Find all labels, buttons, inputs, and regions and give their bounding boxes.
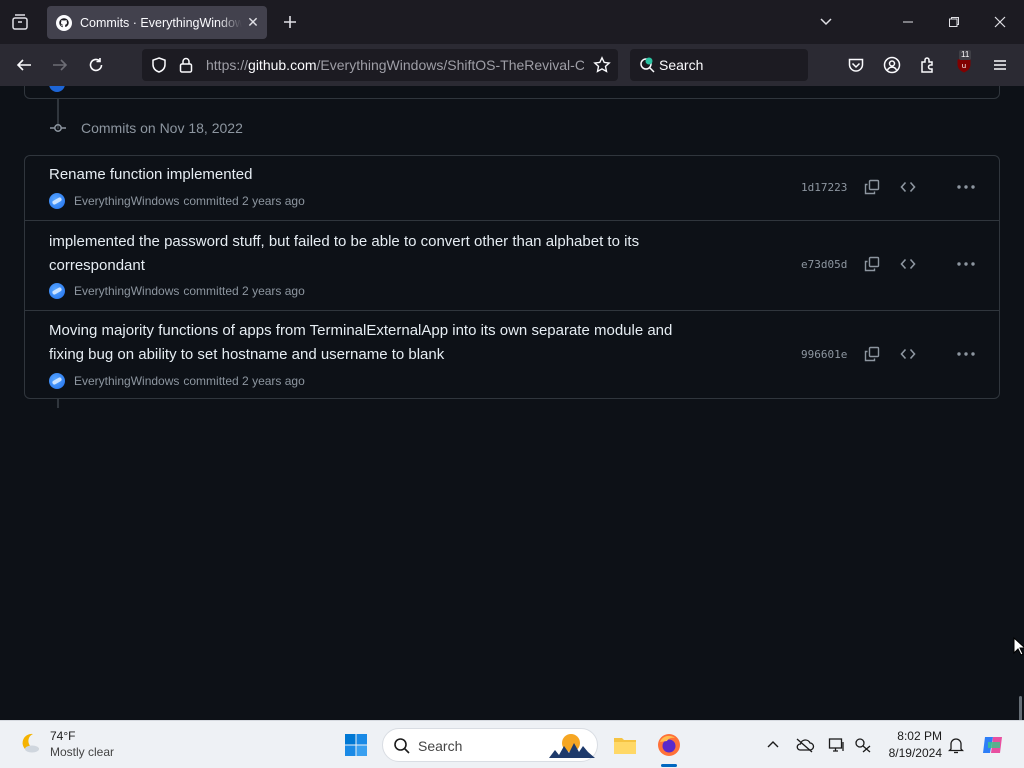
clock-time[interactable]: 8:02 PM — [880, 729, 942, 743]
taskbar-search-label: Search — [418, 738, 463, 754]
more-options-icon[interactable] — [956, 177, 976, 197]
more-options-icon[interactable] — [956, 344, 976, 364]
active-app-indicator — [661, 764, 677, 767]
more-options-icon[interactable] — [956, 254, 976, 274]
avatar[interactable] — [49, 373, 65, 389]
scrollbar-thumb[interactable] — [1019, 696, 1022, 720]
navigation-bar: https://github.com/EverythingWindows/Shi… — [0, 44, 1024, 86]
weather-condition[interactable]: Mostly clear — [50, 745, 114, 759]
minimize-icon[interactable] — [898, 12, 918, 32]
copy-icon[interactable] — [862, 177, 882, 197]
chevron-down-icon[interactable] — [816, 12, 836, 32]
tab-list-icon[interactable] — [8, 10, 32, 34]
bookmark-star-icon[interactable] — [593, 56, 611, 79]
github-icon — [56, 14, 72, 31]
weather-temp[interactable]: 74°F — [50, 729, 75, 743]
shield-icon[interactable] — [150, 56, 168, 79]
commit-message-link[interactable]: Rename function implemented — [49, 163, 709, 187]
tab-close-icon[interactable]: ✕ — [245, 14, 261, 30]
commit-author-link[interactable]: EverythingWindows — [74, 194, 179, 208]
moon-weather-icon[interactable] — [18, 731, 42, 755]
commit-group-title: Commits on Nov 18, 2022 — [81, 120, 243, 136]
menu-icon[interactable] — [989, 54, 1011, 76]
clock-date[interactable]: 8/19/2024 — [880, 746, 942, 760]
copy-icon[interactable] — [862, 254, 882, 274]
commit-meta: EverythingWindows committed 2 years ago — [49, 373, 305, 389]
tab-strip: Commits · EverythingWindows/ShiftOS-TheR… — [0, 0, 1024, 44]
browser-window: Commits · EverythingWindows/ShiftOS-TheR… — [0, 0, 1024, 720]
url-bar[interactable]: https://github.com/EverythingWindows/Shi… — [142, 49, 618, 81]
search-bar[interactable]: Search — [630, 49, 808, 81]
copy-icon[interactable] — [862, 344, 882, 364]
avatar — [49, 86, 65, 92]
timeline-line — [57, 398, 59, 408]
commit-time: committed 2 years ago — [183, 194, 305, 208]
commit-message-link[interactable]: Moving majority functions of apps from T… — [49, 319, 709, 367]
avatar[interactable] — [49, 193, 65, 209]
taskbar-search[interactable]: Search — [382, 728, 598, 762]
avatar[interactable] — [49, 283, 65, 299]
back-icon[interactable] — [13, 54, 35, 76]
pocket-icon[interactable] — [845, 54, 867, 76]
commit-time: committed 2 years ago — [183, 284, 305, 298]
tab-commits[interactable]: Commits · EverythingWindows/ShiftOS-TheR… — [47, 6, 267, 39]
mouse-cursor-icon — [1013, 637, 1024, 656]
browse-code-icon[interactable] — [898, 344, 918, 364]
taskbar: 74°F Mostly clear Search 8:02 PM 8/19/20… — [0, 720, 1024, 768]
url-text[interactable]: https://github.com/EverythingWindows/Shi… — [206, 57, 584, 73]
svg-text:u: u — [962, 62, 966, 70]
chevron-up-icon[interactable] — [763, 735, 783, 755]
extension-badge: 11 — [959, 50, 972, 60]
file-explorer-icon[interactable] — [612, 732, 638, 758]
account-icon[interactable] — [881, 54, 903, 76]
commit-row: Moving majority functions of apps from T… — [25, 310, 999, 398]
page-content: Commits on Nov 18, 2022 Rename function … — [0, 86, 1024, 720]
commit-author-link[interactable]: EverythingWindows — [74, 284, 179, 298]
onedrive-offline-icon[interactable] — [795, 735, 815, 755]
commit-sha-link[interactable]: e73d05d — [801, 258, 847, 271]
commit-sha-link[interactable]: 996601e — [801, 348, 847, 361]
restore-icon[interactable] — [944, 12, 964, 32]
network-icon[interactable] — [853, 735, 873, 755]
tab-title: Commits · EverythingWindows/ShiftOS-TheR… — [80, 15, 242, 30]
notification-bell-icon[interactable] — [946, 735, 966, 755]
commit-time: committed 2 years ago — [183, 374, 305, 388]
commit-sha-link[interactable]: 1d17223 — [801, 181, 847, 194]
search-icon — [394, 738, 410, 754]
firefox-icon[interactable] — [656, 732, 682, 758]
display-icon[interactable] — [827, 735, 847, 755]
new-tab-icon[interactable] — [280, 12, 300, 32]
git-commit-icon — [50, 124, 66, 132]
close-window-icon[interactable] — [990, 12, 1010, 32]
search-engine-icon — [638, 56, 656, 79]
lock-icon[interactable] — [178, 56, 194, 79]
browse-code-icon[interactable] — [898, 254, 918, 274]
commit-meta: EverythingWindows committed 2 years ago — [49, 283, 305, 299]
forward-icon[interactable] — [49, 54, 71, 76]
previous-commit-list — [24, 86, 1000, 99]
commit-message-link[interactable]: implemented the password stuff, but fail… — [49, 230, 709, 278]
copilot-icon[interactable] — [980, 732, 1006, 758]
commit-row: implemented the password stuff, but fail… — [25, 220, 999, 310]
browse-code-icon[interactable] — [898, 177, 918, 197]
extensions-icon[interactable] — [917, 54, 939, 76]
windows-start-icon[interactable] — [344, 733, 368, 757]
reload-icon[interactable] — [85, 54, 107, 76]
commit-list: Rename function implemented EverythingWi… — [24, 155, 1000, 399]
commit-meta: EverythingWindows committed 2 years ago — [49, 193, 305, 209]
commit-author-link[interactable]: EverythingWindows — [74, 374, 179, 388]
search-highlight-icon — [549, 734, 595, 758]
search-bar-placeholder: Search — [659, 57, 704, 73]
commit-row: Rename function implemented EverythingWi… — [25, 156, 999, 220]
